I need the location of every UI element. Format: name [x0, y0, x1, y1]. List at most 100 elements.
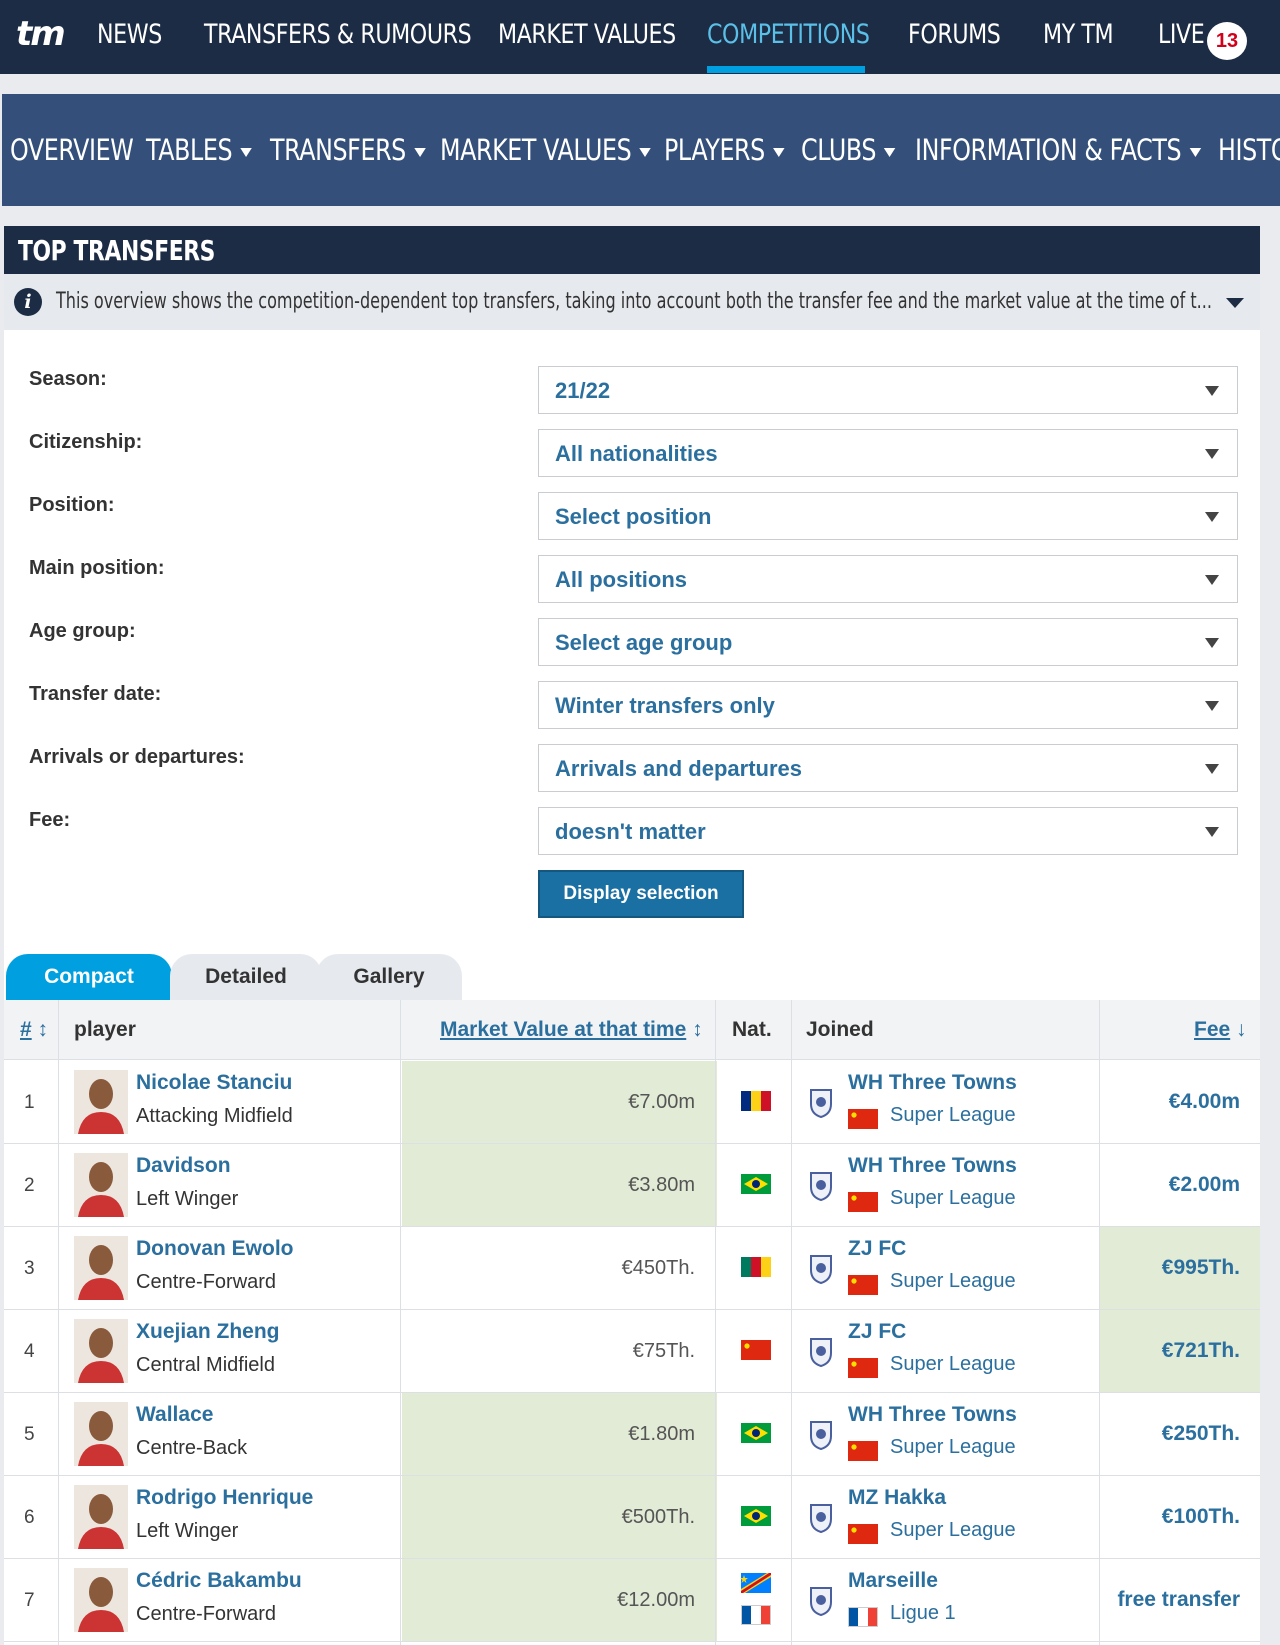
subnav-history[interactable]: HISTO [1218, 94, 1280, 206]
player-position: Centre-Back [136, 1437, 248, 1459]
rank-number: 5 [24, 1424, 35, 1445]
subnav-clubs[interactable]: CLUBS [801, 94, 896, 206]
club-crest-icon[interactable] [808, 1088, 834, 1119]
info-bar[interactable]: i This overview shows the competition-de… [4, 274, 1260, 330]
dropdown-arrow-icon [1205, 701, 1219, 711]
player-photo[interactable] [74, 1402, 128, 1466]
nav-competitions[interactable]: COMPETITIONS [707, 0, 870, 74]
tab-detailed[interactable]: Detailed [170, 954, 322, 1000]
transfer-fee-link[interactable]: €721Th. [1100, 1310, 1260, 1392]
transfermarkt-logo[interactable]: tm [16, 14, 66, 54]
age-group-select[interactable]: Select age group [538, 618, 1238, 666]
nav-live[interactable]: LIVE [1158, 0, 1205, 74]
club-crest-icon[interactable] [808, 1586, 834, 1617]
subnav-players[interactable]: PLAYERS [664, 94, 785, 206]
season-label: Season: [29, 368, 107, 390]
nav-forums[interactable]: FORUMS [908, 0, 1001, 74]
subnav-market-values[interactable]: MARKET VALUES [440, 94, 651, 206]
subnav-history-label: HISTO [1218, 133, 1280, 167]
citizenship-label: Citizenship: [29, 431, 143, 453]
player-name-link[interactable]: Nicolae Stanciu [136, 1071, 292, 1095]
subnav-information-facts[interactable]: INFORMATION & FACTS [915, 94, 1201, 206]
nav-my-tm[interactable]: MY TM [1043, 0, 1114, 74]
club-name-link[interactable]: MZ Hakka [848, 1486, 946, 1510]
club-name-link[interactable]: WH Three Towns [848, 1071, 1017, 1095]
citizenship-select[interactable]: All nationalities [538, 429, 1238, 477]
club-name-link[interactable]: WH Three Towns [848, 1403, 1017, 1427]
player-photo[interactable] [74, 1485, 128, 1549]
club-crest-icon[interactable] [808, 1171, 834, 1202]
league-name-link[interactable]: Super League [890, 1270, 1016, 1293]
rank-number: 4 [24, 1341, 35, 1362]
transfer-fee-link[interactable]: €100Th. [1100, 1476, 1260, 1558]
subnav-overview[interactable]: OVERVIEW [10, 94, 134, 206]
league-flag-icon [848, 1275, 878, 1295]
player-photo[interactable] [74, 1568, 128, 1632]
transfer-fee-link[interactable]: €995Th. [1100, 1227, 1260, 1309]
sort-fee-header[interactable]: Fee ↓ [1194, 1000, 1247, 1060]
tab-gallery[interactable]: Gallery [316, 954, 462, 1000]
league-name-link[interactable]: Super League [890, 1436, 1016, 1459]
club-name-link[interactable]: ZJ FC [848, 1237, 906, 1261]
player-photo[interactable] [74, 1153, 128, 1217]
subnav-transfers[interactable]: TRANSFERS [270, 94, 426, 206]
arrivals-departures-value: Arrivals and departures [555, 756, 802, 781]
league-name-link[interactable]: Super League [890, 1353, 1016, 1376]
main-position-select[interactable]: All positions [538, 555, 1238, 603]
arrivals-departures-select[interactable]: Arrivals and departures [538, 744, 1238, 792]
display-selection-button[interactable]: Display selection [538, 870, 744, 918]
info-icon: i [14, 288, 42, 316]
dropdown-arrow-icon [1205, 386, 1219, 396]
player-position: Attacking Midfield [136, 1105, 293, 1127]
player-position: Centre-Forward [136, 1271, 277, 1293]
transfer-fee-link[interactable]: €2.00m [1100, 1144, 1260, 1226]
live-count-badge[interactable]: 13 [1207, 22, 1247, 60]
club-name-link[interactable]: ZJ FC [848, 1320, 906, 1344]
season-select[interactable]: 21/22 [538, 366, 1238, 414]
nav-transfers-rumours[interactable]: TRANSFERS & RUMOURS [204, 0, 472, 74]
player-name-link[interactable]: Rodrigo Henrique [136, 1486, 313, 1510]
table-header: # ↕ player Market Value at that time ↕ N… [4, 1000, 1260, 1060]
column-divider [58, 1000, 59, 1645]
club-name-link[interactable]: Marseille [848, 1569, 938, 1593]
market-value: €12.00m [402, 1559, 717, 1641]
fee-select[interactable]: doesn't matter [538, 807, 1238, 855]
fee-header-label: Fee [1194, 1018, 1231, 1041]
player-name-link[interactable]: Cédric Bakambu [136, 1569, 302, 1593]
column-divider [1099, 1000, 1100, 1645]
club-crest-icon[interactable] [808, 1503, 834, 1534]
position-select[interactable]: Select position [538, 492, 1238, 540]
league-name-link[interactable]: Ligue 1 [890, 1602, 956, 1625]
club-name-link[interactable]: WH Three Towns [848, 1154, 1017, 1178]
subnav-players-label: PLAYERS [664, 133, 765, 167]
transfer-fee-link[interactable]: free transfer [1100, 1559, 1260, 1641]
transfer-fee-link[interactable]: €4.00m [1100, 1061, 1260, 1143]
sort-market-value-header[interactable]: Market Value at that time ↕ [440, 1000, 703, 1060]
nav-market-values[interactable]: MARKET VALUES [498, 0, 676, 74]
league-name-link[interactable]: Super League [890, 1187, 1016, 1210]
expand-caret-icon[interactable] [1226, 298, 1244, 308]
player-name-link[interactable]: Donovan Ewolo [136, 1237, 294, 1261]
nav-news[interactable]: NEWS [97, 0, 162, 74]
caret-down-icon [240, 147, 252, 157]
player-photo[interactable] [74, 1236, 128, 1300]
player-name-link[interactable]: Wallace [136, 1403, 213, 1427]
player-photo[interactable] [74, 1070, 128, 1134]
subnav-tables[interactable]: TABLES [146, 94, 252, 206]
tab-compact[interactable]: Compact [6, 954, 172, 1000]
league-name-link[interactable]: Super League [890, 1104, 1016, 1127]
nationality-flag-icon [740, 1340, 772, 1360]
sort-rank-header[interactable]: # ↕ [20, 1000, 48, 1060]
position-value: Select position [555, 504, 712, 529]
player-name-link[interactable]: Davidson [136, 1154, 231, 1178]
column-divider [400, 1000, 401, 1645]
player-name-link[interactable]: Xuejian Zheng [136, 1320, 280, 1344]
transfer-fee-link[interactable]: €250Th. [1100, 1393, 1260, 1475]
club-crest-icon[interactable] [808, 1337, 834, 1368]
fee-label: Fee: [29, 809, 71, 831]
player-photo[interactable] [74, 1319, 128, 1383]
transfer-date-select[interactable]: Winter transfers only [538, 681, 1238, 729]
league-name-link[interactable]: Super League [890, 1519, 1016, 1542]
club-crest-icon[interactable] [808, 1254, 834, 1285]
club-crest-icon[interactable] [808, 1420, 834, 1451]
